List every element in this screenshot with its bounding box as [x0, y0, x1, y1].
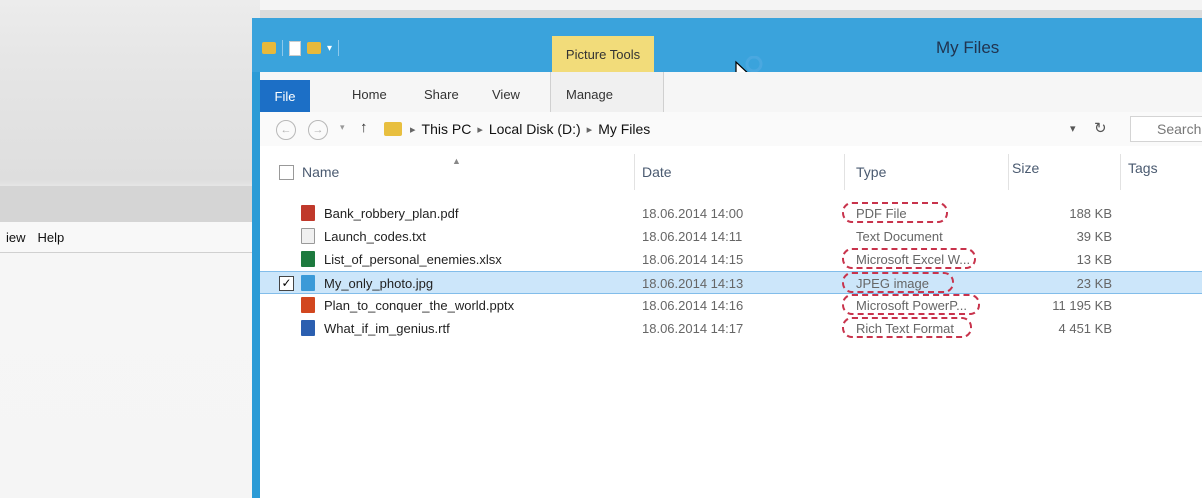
column-type[interactable]: Type — [856, 164, 886, 180]
breadcrumb-this-pc[interactable]: This PC — [422, 121, 472, 137]
excel-icon — [301, 251, 315, 267]
file-row[interactable]: Bank_robbery_plan.pdf 18.06.2014 14:00 P… — [260, 202, 1202, 225]
file-name: List_of_personal_enemies.xlsx — [324, 252, 502, 267]
file-row[interactable]: List_of_personal_enemies.xlsx 18.06.2014… — [260, 248, 1202, 271]
tab-share[interactable]: Share — [424, 81, 459, 107]
file-list: Name ▲ Date Type Size Tags Bank_robbery_… — [260, 146, 1202, 498]
tab-file[interactable]: File — [260, 80, 310, 112]
column-divider — [1008, 154, 1009, 190]
column-date[interactable]: Date — [642, 164, 672, 180]
pdf-icon — [301, 205, 315, 221]
new-folder-icon[interactable] — [307, 42, 321, 54]
search-placeholder: Search — [1157, 121, 1202, 137]
text-file-icon — [301, 228, 315, 244]
customize-dropdown-icon[interactable]: ▾ — [327, 43, 332, 54]
file-size: 4 451 KB — [1058, 321, 1113, 336]
powerpoint-icon — [301, 297, 315, 313]
file-date: 18.06.2014 14:15 — [642, 252, 744, 267]
breadcrumb-chevron-icon: ▸ — [410, 124, 416, 136]
file-size: 13 KB — [1076, 252, 1112, 267]
file-name: Plan_to_conquer_the_world.pptx — [324, 298, 515, 313]
folder-icon[interactable] — [262, 42, 276, 54]
file-size: 39 KB — [1076, 229, 1112, 244]
image-icon — [301, 275, 315, 291]
file-type: Microsoft PowerP... — [856, 298, 968, 313]
window-title: My Files — [936, 38, 1000, 57]
menu-view[interactable]: iew — [6, 230, 26, 245]
navigation-bar: ← → ▾ ↑ ▸ This PC ▸ Local Disk (D:) ▸ My… — [260, 112, 1202, 147]
column-tags[interactable]: Tags — [1128, 160, 1158, 176]
file-name: My_only_photo.jpg — [324, 276, 434, 291]
background-menu-bar: iew Help — [0, 222, 260, 253]
column-headers: Name ▲ Date Type Size Tags — [260, 146, 1202, 190]
menu-help[interactable]: Help — [38, 230, 65, 245]
column-divider — [634, 154, 635, 190]
back-button[interactable]: ← — [276, 120, 296, 140]
properties-icon[interactable] — [289, 40, 301, 56]
breadcrumb-chevron-icon: ▸ — [477, 124, 483, 136]
file-type: Microsoft Excel W... — [856, 252, 971, 267]
column-divider — [844, 154, 845, 190]
rtf-icon — [301, 320, 315, 336]
file-rows: Bank_robbery_plan.pdf 18.06.2014 14:00 P… — [260, 202, 1202, 340]
forward-button[interactable]: → — [308, 120, 328, 140]
column-divider — [1120, 154, 1121, 190]
file-type: Text Document — [856, 229, 943, 244]
breadcrumb-chevron-icon: ▸ — [586, 124, 593, 136]
address-dropdown-icon[interactable]: ▾ — [1070, 122, 1076, 135]
sort-ascending-icon: ▲ — [452, 156, 461, 166]
address-folder-icon — [384, 122, 402, 136]
title-bar: ▾ Picture Tools My Files — [252, 18, 1202, 87]
file-name: Bank_robbery_plan.pdf — [324, 206, 459, 221]
file-date: 18.06.2014 14:16 — [642, 298, 744, 313]
file-size: 11 195 KB — [1052, 298, 1112, 313]
file-name: What_if_im_genius.rtf — [324, 321, 450, 336]
refresh-icon[interactable]: ↻ — [1094, 119, 1107, 137]
tab-manage[interactable]: Manage — [566, 81, 613, 107]
file-date: 18.06.2014 14:11 — [642, 229, 743, 244]
separator — [338, 40, 340, 56]
file-type: Rich Text Format — [856, 321, 955, 336]
file-type: PDF File — [856, 206, 907, 221]
file-date: 18.06.2014 14:13 — [642, 276, 744, 291]
breadcrumb-my-files[interactable]: My Files — [598, 121, 650, 137]
row-checkbox[interactable]: ✓ — [279, 276, 294, 291]
explorer-window: ▾ Picture Tools My Files File Home Share… — [252, 18, 1202, 498]
search-input[interactable]: Search — [1130, 116, 1202, 142]
file-size: 23 KB — [1076, 276, 1112, 291]
recent-locations-icon[interactable]: ▾ — [340, 122, 345, 133]
select-all-checkbox[interactable] — [279, 165, 294, 180]
file-date: 18.06.2014 14:17 — [642, 321, 744, 336]
up-arrow-icon[interactable]: ↑ — [360, 119, 368, 136]
quick-access-toolbar: ▾ — [262, 40, 340, 56]
picture-tools-tab[interactable]: Picture Tools — [552, 36, 654, 72]
file-type: JPEG image — [856, 276, 929, 291]
file-row-selected[interactable]: ✓ My_only_photo.jpg 18.06.2014 14:13 JPE… — [260, 271, 1202, 294]
file-row[interactable]: What_if_im_genius.rtf 18.06.2014 14:17 R… — [260, 317, 1202, 340]
file-row[interactable]: Plan_to_conquer_the_world.pptx 18.06.201… — [260, 294, 1202, 317]
file-size: 188 KB — [1069, 206, 1112, 221]
column-size[interactable]: Size — [1012, 160, 1039, 176]
separator — [282, 40, 283, 56]
tab-view[interactable]: View — [492, 81, 520, 107]
tab-home[interactable]: Home — [352, 81, 387, 107]
column-name[interactable]: Name — [302, 164, 339, 180]
breadcrumb-local-disk[interactable]: Local Disk (D:) — [489, 121, 581, 137]
file-name: Launch_codes.txt — [324, 229, 426, 244]
file-date: 18.06.2014 14:00 — [642, 206, 744, 221]
breadcrumb: ▸ This PC ▸ Local Disk (D:) ▸ My Files — [410, 121, 650, 137]
file-row[interactable]: Launch_codes.txt 18.06.2014 14:11 Text D… — [260, 225, 1202, 248]
ribbon-tabs: File Home Share View Manage — [260, 72, 1202, 113]
background-window-toolbar — [0, 186, 260, 223]
